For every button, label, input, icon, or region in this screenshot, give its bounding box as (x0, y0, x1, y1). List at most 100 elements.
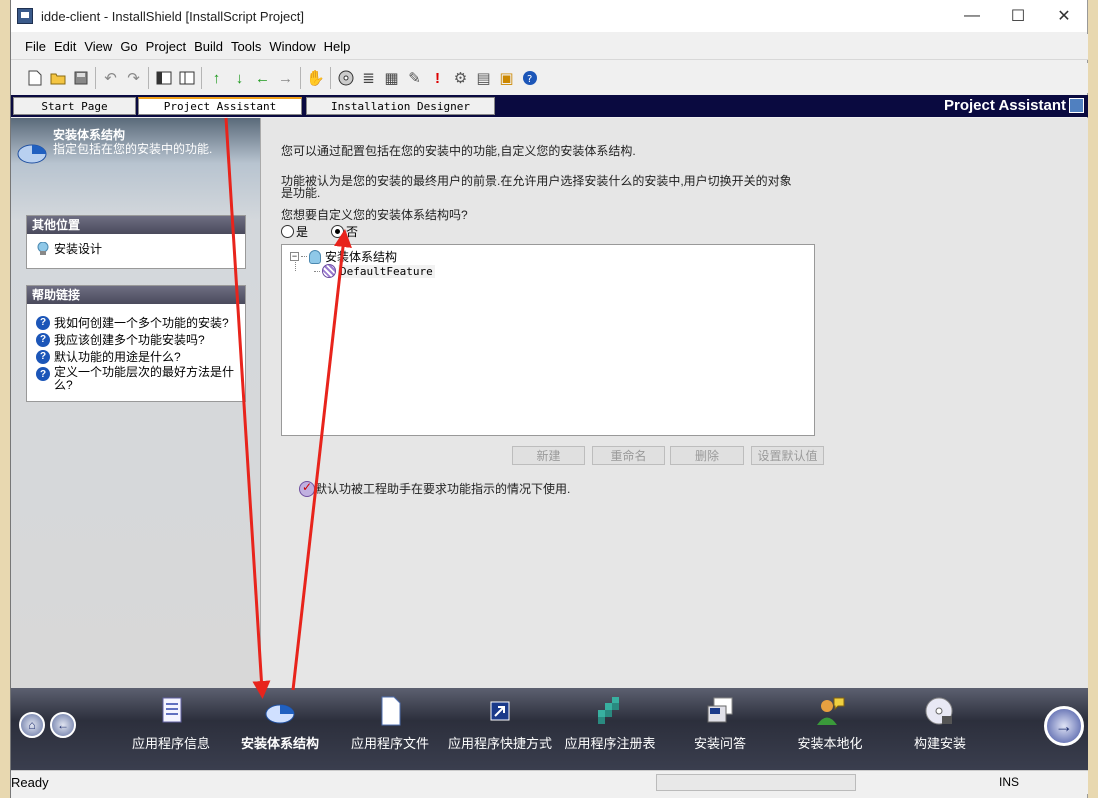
help-link-label: 我应该创建多个功能安装吗? (54, 333, 205, 347)
nav-installation-interview[interactable]: 安装问答 (665, 696, 775, 752)
view-tab-strip: Start Page Project Assistant Installatio… (11, 95, 1088, 117)
toolbar-separator (148, 67, 149, 89)
nav-application-information[interactable]: 应用程序信息 (116, 696, 226, 752)
application-files-icon (381, 696, 401, 726)
window-controls: — ☐ ✕ (949, 0, 1087, 32)
rename-button[interactable]: 重命名 (592, 446, 665, 465)
toolbar-separator (330, 67, 331, 89)
tab-installation-designer[interactable]: Installation Designer (306, 97, 495, 115)
debug-icon[interactable]: ▤ (472, 67, 495, 90)
installshield-window: idde-client - InstallShield [InstallScri… (10, 0, 1088, 798)
feature-tree[interactable]: − 安装体系结构 DefaultFeature (281, 244, 815, 436)
radio-no[interactable]: 否 (331, 223, 358, 240)
alert-icon[interactable]: ! (426, 67, 449, 90)
home-icon[interactable]: ⌂ (19, 712, 45, 738)
menu-go[interactable]: Go (116, 39, 141, 54)
other-places-heading: 其他位置 (27, 216, 245, 234)
arrow-down-icon[interactable]: ↓ (228, 67, 251, 90)
nav-installation-architecture[interactable]: 安装体系结构 (225, 696, 335, 752)
tab-start-page[interactable]: Start Page (13, 97, 136, 115)
installation-localization-icon (817, 697, 845, 725)
installation-interview-icon (707, 697, 733, 723)
status-bar: Ready INS (11, 770, 1088, 794)
help-icon[interactable]: ? (518, 67, 541, 90)
new-file-icon[interactable] (23, 67, 46, 90)
delete-button[interactable]: 删除 (670, 446, 744, 465)
menu-build[interactable]: Build (190, 39, 227, 54)
status-progress-pane (656, 774, 856, 791)
other-places-item[interactable]: 安装设计 (27, 234, 245, 257)
tools-icon[interactable]: ✎ (403, 67, 426, 90)
title-bar[interactable]: idde-client - InstallShield [InstallScri… (11, 0, 1087, 32)
build-icon[interactable]: ≣ (357, 67, 380, 90)
nav-application-files[interactable]: 应用程序文件 (335, 696, 445, 752)
calendar-icon[interactable]: ▦ (380, 67, 403, 90)
help-link-item[interactable]: ? 我应该创建多个功能安装吗? (27, 331, 245, 348)
menu-bar: File Edit View Go Project Build Tools Wi… (11, 34, 1088, 60)
help-link-item[interactable]: ? 我如何创建一个多个功能的安装? (27, 314, 245, 331)
cd-icon[interactable] (334, 67, 357, 90)
save-icon[interactable] (69, 67, 92, 90)
panel-split-icon[interactable] (175, 67, 198, 90)
collapse-toggle[interactable]: − (290, 252, 299, 261)
window-title: idde-client - InstallShield [InstallScri… (41, 8, 305, 24)
tree-connector (301, 256, 307, 257)
nav-label: 安装问答 (693, 736, 746, 751)
tree-child-row[interactable]: DefaultFeature (314, 264, 435, 278)
radio-no-dot[interactable] (331, 225, 344, 238)
other-places-box: 其他位置 安装设计 (26, 215, 246, 269)
application-registry-icon (598, 697, 619, 724)
menu-edit[interactable]: Edit (50, 39, 80, 54)
nav-build-installation[interactable]: 构建安装 (885, 696, 995, 752)
svg-text:?: ? (527, 74, 532, 85)
toolbar-separator (95, 67, 96, 89)
menu-file[interactable]: File (21, 39, 50, 54)
help-link-label: 定义一个功能层次的最好方法是什么? (54, 365, 235, 392)
other-places-label: 安装设计 (54, 242, 103, 256)
nav-label: 应用程序文件 (350, 736, 429, 751)
redo-icon[interactable]: ↷ (122, 67, 145, 90)
nav-application-registry[interactable]: 应用程序注册表 (555, 696, 665, 752)
new-button[interactable]: 新建 (512, 446, 585, 465)
radio-yes[interactable]: 是 (281, 223, 308, 240)
minimize-button[interactable]: — (949, 0, 995, 32)
nav-label: 应用程序注册表 (564, 736, 656, 751)
application-shortcuts-icon (490, 701, 510, 721)
menu-help[interactable]: Help (320, 39, 355, 54)
help-link-item[interactable]: ? 默认功能的用途是什么? (27, 348, 245, 365)
nav-application-shortcuts[interactable]: 应用程序快捷方式 (445, 696, 555, 752)
description-line-2: 是功能. (281, 186, 321, 200)
description-line-1: 功能被认为是您的安装的最终用户的前景.在允许用户选择安装什么的安装中,用户切换开… (281, 174, 792, 188)
panel-left-icon[interactable] (152, 67, 175, 90)
package-icon[interactable]: ▣ (495, 67, 518, 90)
maximize-button[interactable]: ☐ (995, 0, 1041, 32)
set-default-button[interactable]: 设置默认值 (751, 446, 824, 465)
undo-icon[interactable]: ↶ (99, 67, 122, 90)
menu-view[interactable]: View (80, 39, 116, 54)
help-icon: ? (36, 333, 50, 347)
open-folder-icon[interactable] (46, 67, 69, 90)
help-icon: ? (36, 350, 50, 364)
tab-project-assistant[interactable]: Project Assistant (138, 97, 302, 115)
radio-yes-dot[interactable] (281, 225, 294, 238)
menu-project[interactable]: Project (142, 39, 190, 54)
help-link-label: 默认功能的用途是什么? (54, 350, 181, 364)
tree-root-row[interactable]: − 安装体系结构 (290, 248, 397, 265)
help-link-item[interactable]: ? 定义一个功能层次的最好方法是什么? (27, 365, 245, 392)
menu-tools[interactable]: Tools (227, 39, 265, 54)
arrow-right-icon[interactable]: → (274, 67, 297, 90)
arrow-left-icon[interactable]: ← (251, 67, 274, 90)
note-feature-icon (299, 480, 315, 497)
wand-icon[interactable]: ✋ (304, 67, 327, 90)
help-links-box: 帮助链接 ? 我如何创建一个多个功能的安装? ? 我应该创建多个功能安装吗? ? 默认… (26, 285, 246, 402)
arrow-up-icon[interactable]: ↑ (205, 67, 228, 90)
architecture-icon (17, 144, 47, 164)
nav-installation-localization[interactable]: 安装本地化 (775, 696, 885, 752)
close-button[interactable]: ✕ (1041, 0, 1087, 32)
back-icon[interactable]: ← (50, 712, 76, 738)
tree-child-label: DefaultFeature (338, 264, 435, 278)
menu-window[interactable]: Window (265, 39, 319, 54)
next-step-icon[interactable]: → (1044, 706, 1084, 746)
main-content: 您可以通过配置包括在您的安装中的功能,自定义您的安装体系结构. 功能被认为是您的… (261, 118, 1088, 688)
gear-icon[interactable]: ⚙ (449, 67, 472, 90)
